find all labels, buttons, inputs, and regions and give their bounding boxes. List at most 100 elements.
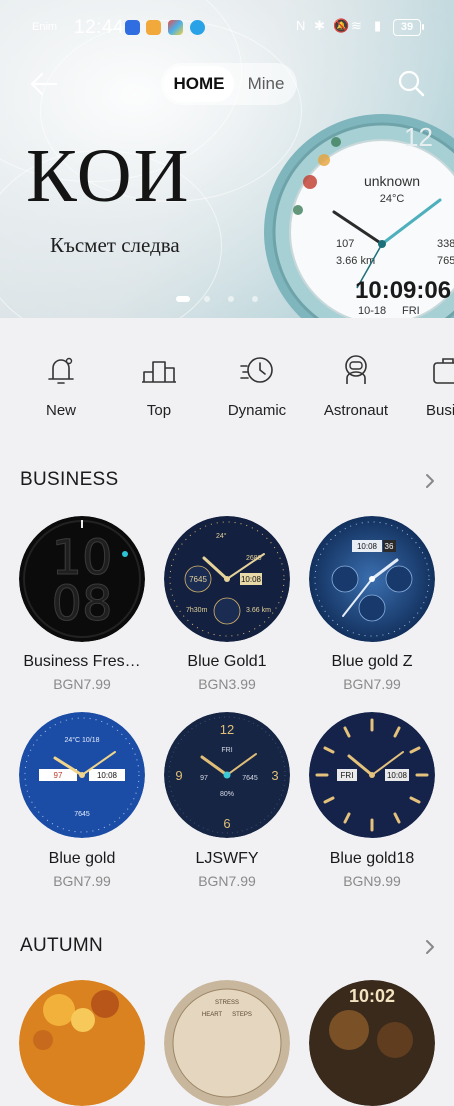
search-icon[interactable] <box>396 68 426 98</box>
category-dynamic[interactable]: Dynamic <box>212 352 302 432</box>
bluetooth-icon: ✱ <box>314 18 325 33</box>
category-new[interactable]: New <box>16 352 106 432</box>
temperature-label: 24°C <box>380 193 405 205</box>
app-notification-icon <box>190 20 205 35</box>
dial-numeral: 3 <box>271 768 278 783</box>
face-sleep: 7h30m <box>186 607 208 614</box>
watch-face-card[interactable]: 97 10:08 7645 24°C 10/18 <box>19 712 145 838</box>
watch-face-card[interactable]: 10:08 36 <box>309 516 435 642</box>
page-dot-active <box>176 296 190 302</box>
watch-face-preview: STRESS HEART STEPS <box>164 980 290 1106</box>
face-minute: 08 <box>51 576 112 632</box>
category-label: New <box>45 402 76 419</box>
face-day: FRI <box>341 771 354 780</box>
day-label: FRI <box>402 305 420 317</box>
mute-icon: 🔕 <box>333 18 350 33</box>
watch-face-preview: FRI 10:08 <box>309 712 435 838</box>
category-top[interactable]: Top <box>114 352 204 432</box>
face-time: 10:08 <box>241 575 262 584</box>
face-steps: 7645 <box>74 811 90 818</box>
hero-banner[interactable]: Enim 12:44 N ✱ 🔕 ≋ ▮ 39 HOME Mine КОИ Къ… <box>0 0 454 318</box>
date-label: 10-18 <box>358 305 386 317</box>
carrier-label: Enim <box>32 21 58 33</box>
nfc-icon: N <box>296 18 306 33</box>
face-day: FRI <box>221 747 232 754</box>
face-time: 10:08 <box>357 542 378 551</box>
watch-face-card[interactable]: 10 08 <box>19 516 145 642</box>
wifi-icon: ≋ <box>351 18 362 33</box>
face-heart-rate: 97 <box>200 775 208 782</box>
chevron-right-icon[interactable] <box>420 937 440 957</box>
category-astronaut[interactable]: Astronaut <box>311 352 401 432</box>
watch-face-card[interactable]: STRESS HEART STEPS <box>164 980 290 1106</box>
watch-face-preview: 97 10:08 7645 24°C 10/18 <box>19 712 145 838</box>
watch-face-preview: 10 08 <box>19 516 145 642</box>
banner-title: КОИ <box>26 134 191 218</box>
watch-face-price: BGN3.99 <box>198 676 256 692</box>
watch-face-price: BGN9.99 <box>343 873 401 889</box>
dial-twelve: 12 <box>404 122 433 152</box>
digital-time: 10:09:06 <box>355 277 451 304</box>
watch-face-name: Business Fres… <box>23 653 141 670</box>
bell-icon <box>48 357 74 384</box>
face-time: 10:02 <box>349 986 395 1006</box>
face-seconds: 36 <box>385 542 394 551</box>
face-time: 10:08 <box>97 771 118 780</box>
dial-numeral: 12 <box>220 722 234 737</box>
watch-face-name: Blue Gold1 <box>187 653 267 670</box>
face-distance: 3.66 km <box>246 607 271 614</box>
stat-value-b: 7655 <box>437 255 454 267</box>
watch-face-preview: 10:08 36 <box>309 516 435 642</box>
banner-watch-face: 12 unknown 24°C 107 3.66 km 338 7655 10:… <box>264 114 454 318</box>
watch-face-card[interactable] <box>19 980 145 1106</box>
face-steps: 7645 <box>189 575 207 584</box>
category-label: Dynamic <box>227 402 287 419</box>
category-label: Busi <box>426 402 454 419</box>
tab-mine[interactable]: Mine <box>239 66 293 102</box>
watch-face-card[interactable]: 10:02 <box>309 980 435 1106</box>
face-stress-label: STRESS <box>215 1000 239 1006</box>
back-arrow-icon[interactable] <box>28 70 60 98</box>
watch-face-preview <box>19 980 145 1106</box>
face-heart-rate: 97 <box>54 771 63 780</box>
face-temp: 24° <box>216 532 227 540</box>
page-dot <box>252 296 258 302</box>
category-business[interactable]: Busi <box>408 352 454 432</box>
watch-face-card[interactable]: 10:08 7645 2680 24° 3.66 km 7h30m <box>164 516 290 642</box>
clock-motion-icon <box>240 357 273 383</box>
weather-label: unknown <box>364 173 420 189</box>
watch-face-preview: 10:08 7645 2680 24° 3.66 km 7h30m <box>164 516 290 642</box>
sim-icon: ▮ <box>374 18 382 33</box>
briefcase-icon <box>433 358 454 384</box>
face-weather-date: 24°C 10/18 <box>64 736 99 744</box>
watch-face-price: BGN7.99 <box>53 676 111 692</box>
watch-face-name: Blue gold18 <box>329 850 415 867</box>
clock: 12:44 <box>74 17 125 38</box>
watch-face-preview: 10:02 <box>309 980 435 1106</box>
astronaut-icon <box>345 355 367 384</box>
watch-face-price: BGN7.99 <box>343 676 401 692</box>
stat-value-a: 338 <box>437 238 454 250</box>
category-row: New Top Dynamic Astronaut Busi <box>0 340 454 430</box>
face-steps: 7645 <box>242 775 258 782</box>
page-dot <box>204 296 210 302</box>
home-mine-tabs: HOME Mine <box>161 63 297 105</box>
app-notification-icon <box>168 20 183 35</box>
chevron-right-icon[interactable] <box>420 471 440 491</box>
face-steps-label: STEPS <box>232 1012 252 1018</box>
watch-face-card[interactable]: FRI 10:08 <box>309 712 435 838</box>
dial-numeral: 6 <box>223 816 230 831</box>
page-dot <box>228 296 234 302</box>
face-heart-label: HEART <box>202 1012 223 1018</box>
face-time: 10:08 <box>387 771 408 780</box>
watch-face-price: BGN7.99 <box>53 873 111 889</box>
app-notification-icon <box>146 20 161 35</box>
podium-icon <box>142 361 176 383</box>
section-title-autumn: AUTUMN <box>20 935 104 956</box>
watch-face-name: LJSWFY <box>195 850 259 867</box>
watch-face-preview: 12 3 6 9 FRI 97 7645 80% <box>164 712 290 838</box>
watch-face-card[interactable]: 12 3 6 9 FRI 97 7645 80% <box>164 712 290 838</box>
category-label: Top <box>146 402 172 419</box>
section-title-business: BUSINESS <box>20 469 119 490</box>
tab-home[interactable]: HOME <box>164 66 234 102</box>
